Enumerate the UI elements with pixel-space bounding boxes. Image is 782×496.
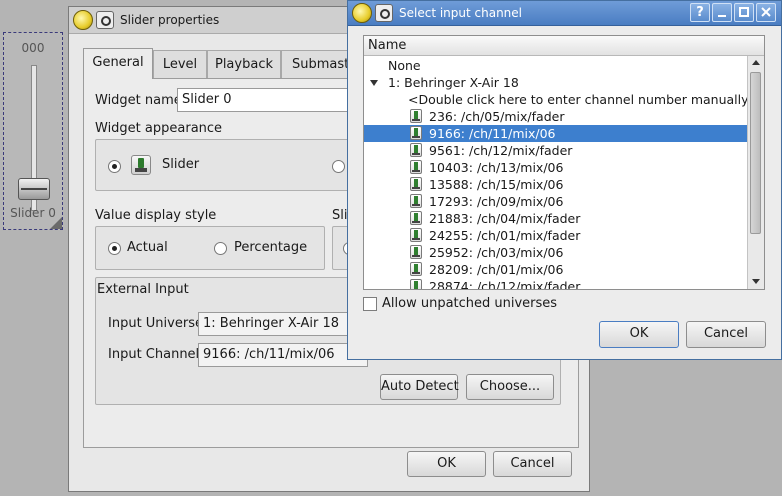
tree-item-label: 10403: /ch/13/mix/06: [429, 160, 564, 175]
column-header-name[interactable]: Name: [364, 36, 764, 56]
tree-item-label: 24255: /ch/01/mix/fader: [429, 228, 581, 243]
tree-item-universe[interactable]: 1: Behringer X-Air 18: [364, 74, 747, 91]
close-icon[interactable]: [756, 3, 776, 22]
tree-item-label: 21883: /ch/04/mix/fader: [429, 211, 581, 226]
display-percentage-label: Percentage: [234, 240, 308, 255]
input-channel-field: 9166: /ch/11/mix/06: [198, 343, 368, 367]
tree-item-channel[interactable]: 28209: /ch/01/mix/06: [364, 261, 747, 278]
value-display-group: Actual Percentage: [95, 226, 325, 270]
tree-item-channel[interactable]: 24255: /ch/01/mix/fader: [364, 227, 747, 244]
tab-general[interactable]: General: [83, 48, 153, 79]
appearance-knob-radio[interactable]: [332, 160, 345, 173]
tree-item-label: <Double click here to enter channel numb…: [408, 92, 759, 107]
slider-value-label: 000: [21, 41, 45, 55]
tree-item-label: 236: /ch/05/mix/fader: [429, 109, 565, 124]
tree-item-channel[interactable]: 21883: /ch/04/mix/fader: [364, 210, 747, 227]
allow-unpatched-label: Allow unpatched universes: [382, 296, 558, 311]
choose-button[interactable]: Choose...: [466, 374, 554, 400]
tree-item-channel[interactable]: 9561: /ch/12/mix/fader: [364, 142, 747, 159]
tree-item-channel[interactable]: 13588: /ch/15/mix/06: [364, 176, 747, 193]
slider-knob[interactable]: [18, 178, 50, 200]
fader-icon: [410, 211, 422, 225]
cancel-button[interactable]: Cancel: [493, 451, 572, 477]
ok-button[interactable]: OK: [599, 321, 679, 348]
tree-item-label: None: [388, 58, 421, 73]
resize-grip-icon[interactable]: [50, 217, 62, 229]
select-input-channel-dialog: Select input channel ? Name None 1: Behr…: [347, 0, 782, 360]
tree-item-none[interactable]: None: [364, 57, 747, 74]
fader-icon: [410, 228, 422, 242]
tree-item-channel[interactable]: 28874: /ch/12/mix/fader: [364, 278, 747, 290]
tab-level[interactable]: Level: [153, 50, 207, 78]
tree-item-label: 25952: /ch/03/mix/06: [429, 245, 564, 260]
widget-appearance-label: Widget appearance: [95, 121, 223, 136]
tree-item-channel[interactable]: 236: /ch/05/mix/fader: [364, 108, 747, 125]
fader-icon: [410, 279, 422, 289]
window-title: Slider properties: [120, 13, 220, 27]
value-display-label: Value display style: [95, 208, 217, 223]
auto-detect-button[interactable]: Auto Detect: [380, 374, 459, 400]
maximize-icon[interactable]: [734, 3, 754, 22]
fader-icon: [410, 126, 422, 140]
fader-icon: [410, 160, 422, 174]
tree-item-channel-selected[interactable]: 9166: /ch/11/mix/06: [364, 125, 747, 142]
tree-item-channel[interactable]: 10403: /ch/13/mix/06: [364, 159, 747, 176]
fader-icon: [410, 262, 422, 276]
vertical-scrollbar[interactable]: [747, 56, 764, 289]
tree-item-label: 9166: /ch/11/mix/06: [429, 126, 556, 141]
tree-item-label: 28874: /ch/12/mix/fader: [429, 279, 581, 290]
ok-button[interactable]: OK: [407, 451, 486, 477]
expand-arrow-icon[interactable]: [370, 80, 378, 86]
display-actual-radio[interactable]: [108, 242, 121, 255]
channel-tree[interactable]: Name None 1: Behringer X-Air 18 <Double …: [363, 35, 765, 290]
slider-icon: [131, 155, 151, 175]
allow-unpatched-checkbox[interactable]: [363, 297, 377, 311]
qlc-app-icon: [352, 3, 372, 23]
vc-slider-widget[interactable]: 000 Slider 0: [3, 32, 63, 230]
tree-item-manual-entry[interactable]: <Double click here to enter channel numb…: [364, 91, 759, 108]
window-menu-icon[interactable]: [375, 4, 393, 22]
tree-item-label: 13588: /ch/15/mix/06: [429, 177, 564, 192]
fader-icon: [410, 245, 422, 259]
tree-item-channel[interactable]: 25952: /ch/03/mix/06: [364, 244, 747, 261]
scroll-up-icon[interactable]: [748, 56, 763, 70]
qlc-app-icon: [73, 10, 93, 30]
fader-icon: [410, 177, 422, 191]
help-button[interactable]: ?: [690, 3, 710, 22]
tab-playback[interactable]: Playback: [207, 50, 281, 78]
tree-item-label: 9561: /ch/12/mix/fader: [429, 143, 573, 158]
tree-item-label: 17293: /ch/09/mix/06: [429, 194, 564, 209]
minimize-icon[interactable]: [712, 3, 732, 22]
widget-name-label: Widget name: [95, 93, 182, 108]
appearance-slider-label: Slider: [162, 157, 200, 172]
scrollbar-thumb[interactable]: [750, 72, 761, 234]
fader-icon: [410, 194, 422, 208]
cancel-button[interactable]: Cancel: [686, 321, 766, 348]
tree-item-channel[interactable]: 17293: /ch/09/mix/06: [364, 193, 747, 210]
display-actual-label: Actual: [127, 240, 168, 255]
input-universe-label: Input Universe: [108, 316, 203, 331]
scroll-down-icon[interactable]: [748, 275, 763, 289]
tree-item-label: 28209: /ch/01/mix/06: [429, 262, 564, 277]
display-percentage-radio[interactable]: [214, 242, 227, 255]
fader-icon: [410, 143, 422, 157]
input-universe-field: 1: Behringer X-Air 18: [198, 312, 368, 336]
titlebar[interactable]: Select input channel ?: [348, 1, 781, 26]
input-channel-label: Input Channel: [108, 347, 200, 362]
appearance-slider-radio[interactable]: [108, 160, 121, 173]
tree-item-label: 1: Behringer X-Air 18: [388, 75, 519, 90]
external-input-label: External Input: [97, 282, 189, 297]
fader-icon: [410, 109, 422, 123]
window-title: Select input channel: [399, 6, 522, 20]
window-menu-icon[interactable]: [96, 11, 114, 29]
